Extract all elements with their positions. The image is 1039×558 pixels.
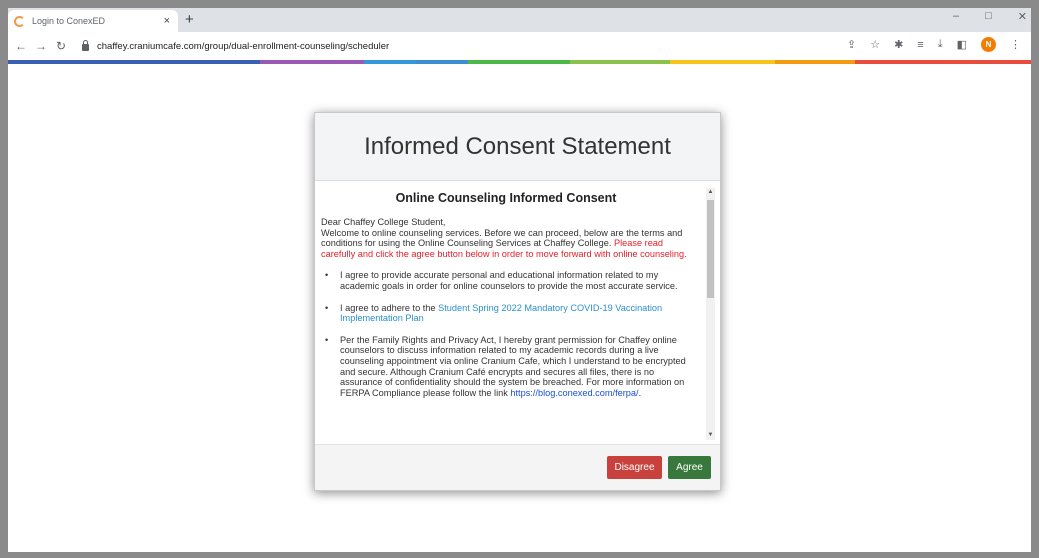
scroll-up-arrow-icon[interactable]: ▲ — [706, 188, 715, 197]
consent-intro: Dear Chaffey College Student, Welcome to… — [321, 217, 691, 259]
bullet-text: I agree to adhere to the — [340, 302, 439, 313]
close-window-icon[interactable]: ✕ — [1018, 10, 1027, 23]
new-tab-button[interactable]: + — [185, 11, 194, 28]
extension-toolbar: ⇪ ☆ ✱ ≡ ⤓ ◧ N ⋮ — [847, 37, 1021, 52]
scroll-thumb[interactable] — [707, 200, 714, 298]
forward-icon[interactable]: → — [34, 39, 48, 53]
bullet-mark: • — [325, 302, 329, 313]
bullet-mark: • — [325, 270, 329, 281]
disagree-button[interactable]: Disagree — [607, 456, 662, 479]
modal-scrollbar[interactable]: ▲ ▼ — [706, 188, 715, 440]
reading-list-icon[interactable]: ≡ — [917, 39, 923, 51]
list-item: • I agree to provide accurate personal a… — [321, 270, 691, 291]
modal-body[interactable]: Online Counseling Informed Consent Dear … — [315, 182, 720, 444]
tab-title: Login to ConexED — [32, 16, 106, 26]
bullet-end: . — [638, 387, 642, 398]
agree-button[interactable]: Agree — [668, 456, 711, 479]
tab-strip: Login to ConexED × + – □ ✕ — [8, 8, 1031, 32]
bullet-mark: • — [325, 334, 329, 345]
scroll-down-arrow-icon[interactable]: ▼ — [706, 431, 715, 440]
section-title: Online Counseling Informed Consent — [395, 191, 617, 205]
greeting-text: Dear Chaffey College Student, — [321, 217, 446, 227]
back-icon[interactable]: ← — [14, 39, 28, 53]
bullet-text: I agree to provide accurate personal and… — [340, 270, 678, 291]
download-icon[interactable]: ⤓ — [938, 38, 943, 51]
browser-tab[interactable]: Login to ConexED × — [8, 10, 178, 32]
side-panel-icon[interactable]: ◧ — [957, 38, 967, 51]
modal-title: Informed Consent Statement — [364, 132, 671, 160]
browser-toolbar: ← → ↻ chaffey.craniumcafe.com/group/dual… — [8, 32, 1031, 60]
lock-icon — [82, 39, 89, 51]
consent-modal: Informed Consent Statement Online Counse… — [314, 112, 721, 491]
window-controls: – □ ✕ — [953, 10, 1027, 23]
menu-kebab-icon[interactable]: ⋮ — [1010, 38, 1021, 51]
conexed-favicon-icon — [14, 15, 25, 27]
list-item: • Per the Family Rights and Privacy Act,… — [321, 335, 691, 399]
list-item: • I agree to adhere to the Student Sprin… — [321, 303, 691, 324]
profile-avatar[interactable]: N — [981, 37, 996, 52]
consent-text: Online Counseling Informed Consent Dear … — [315, 182, 707, 398]
consent-list: • I agree to provide accurate personal a… — [321, 270, 691, 398]
modal-footer: Disagree Agree — [315, 444, 720, 490]
share-icon[interactable]: ⇪ — [847, 38, 856, 51]
bookmark-star-icon[interactable]: ☆ — [870, 38, 880, 51]
tab-close-icon[interactable]: × — [164, 15, 170, 27]
extensions-puzzle-icon[interactable]: ✱ — [894, 38, 903, 51]
modal-header: Informed Consent Statement — [315, 113, 720, 181]
maximize-icon[interactable]: □ — [985, 10, 992, 23]
reload-icon[interactable]: ↻ — [54, 39, 68, 53]
url-text: chaffey.craniumcafe.com/group/dual-enrol… — [97, 40, 390, 52]
ferpa-link[interactable]: https://blog.conexed.com/ferpa/ — [510, 388, 638, 398]
minimize-icon[interactable]: – — [953, 10, 959, 23]
address-bar[interactable]: chaffey.craniumcafe.com/group/dual-enrol… — [82, 36, 862, 56]
page-content: Informed Consent Statement Online Counse… — [8, 64, 1031, 552]
